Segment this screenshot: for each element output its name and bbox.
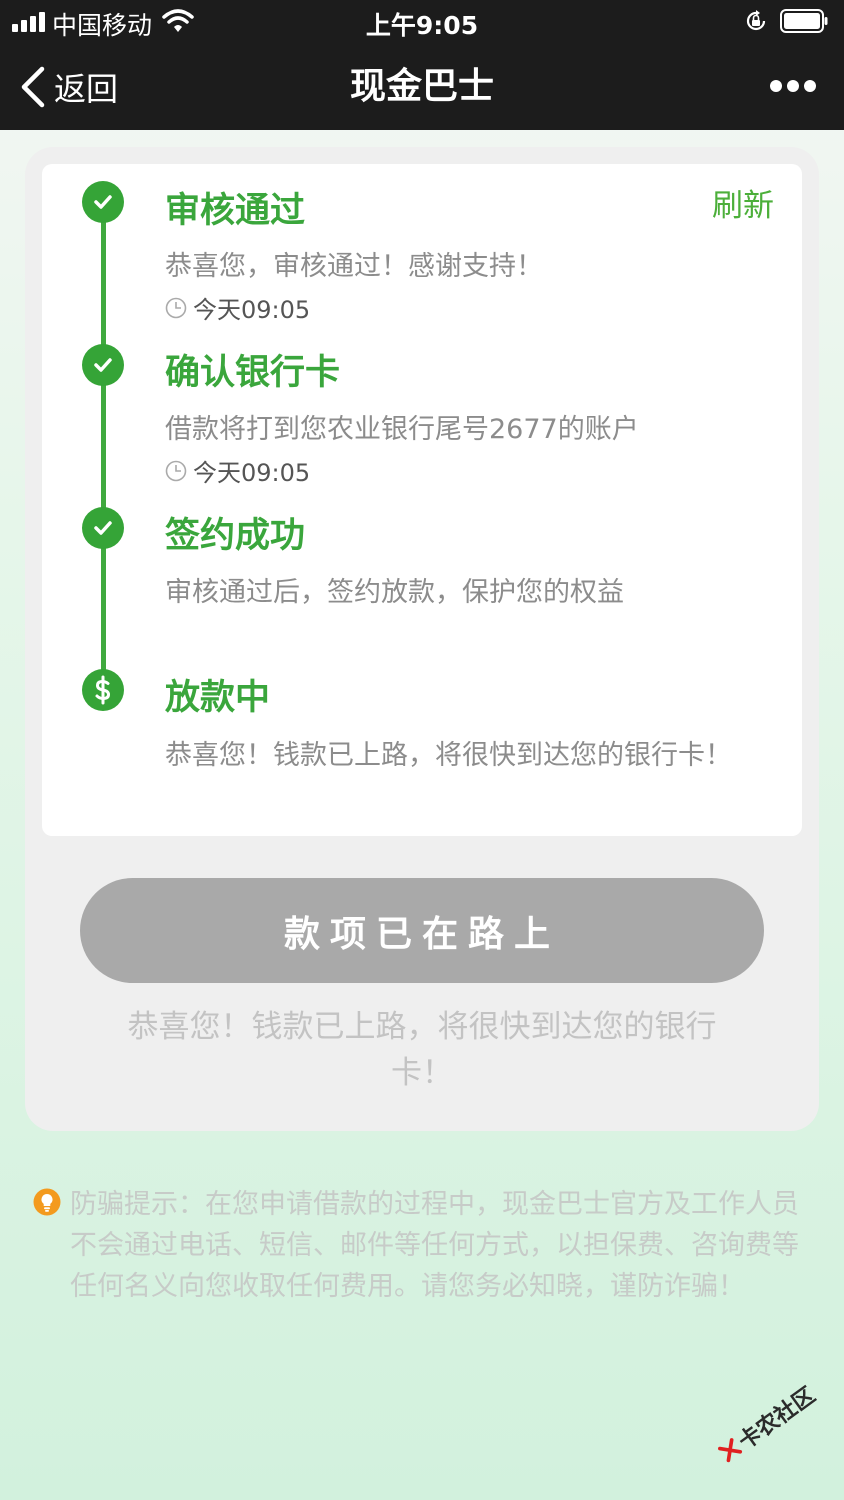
step-time: 今天09:05 — [165, 290, 310, 325]
step-time: 今天09:05 — [165, 453, 310, 488]
step-title: 审核通过 — [165, 191, 306, 231]
watermark: 卡农社区 — [705, 1367, 829, 1480]
watermark-text: 卡农社区 — [734, 1382, 821, 1455]
dollar-icon — [82, 669, 124, 711]
status-time: 上午9:05 — [365, 11, 479, 40]
step-title: 确认银行卡 — [165, 353, 341, 393]
timeline-line — [101, 200, 106, 690]
page-title: 现金巴士 — [349, 66, 494, 107]
lightbulb-icon — [33, 1188, 61, 1216]
clock-icon — [165, 297, 187, 318]
more-options-icon[interactable] — [770, 78, 816, 94]
step-time-text: 今天09:05 — [193, 459, 311, 487]
step-title: 放款中 — [165, 678, 271, 718]
top-bar: 中国移动 上午9:05 返回 现金巴士 — [0, 0, 844, 130]
payout-status-button[interactable]: 款项已在路上 — [80, 878, 764, 983]
check-icon — [82, 181, 124, 223]
battery-icon — [780, 9, 828, 33]
check-icon — [82, 507, 124, 549]
step-title: 签约成功 — [165, 516, 306, 556]
button-subtext: 恭喜您！钱款已上路，将很快到达您的银行卡！ — [127, 1009, 717, 1091]
step-desc: 审核通过后，签约放款，保护您的权益 — [165, 577, 624, 608]
step-desc: 借款将打到您农业银行尾号2677的账户 — [165, 414, 639, 445]
clock-icon — [165, 460, 187, 481]
step-desc: 恭喜您！钱款已上路，将很快到达您的银行卡！ — [165, 740, 732, 771]
step-desc: 恭喜您，审核通过！感谢支持！ — [165, 251, 543, 282]
check-icon — [82, 344, 124, 386]
rotation-lock-icon — [746, 10, 766, 31]
step-time-text: 今天09:05 — [193, 296, 311, 324]
refresh-button[interactable]: 刷新 — [712, 180, 774, 225]
status-bar: 中国移动 上午9:05 — [0, 0, 844, 44]
anti-fraud-notice: 防骗提示：在您申请借款的过程中，现金巴士官方及工作人员不会通过电话、短信、邮件等… — [70, 1189, 799, 1302]
